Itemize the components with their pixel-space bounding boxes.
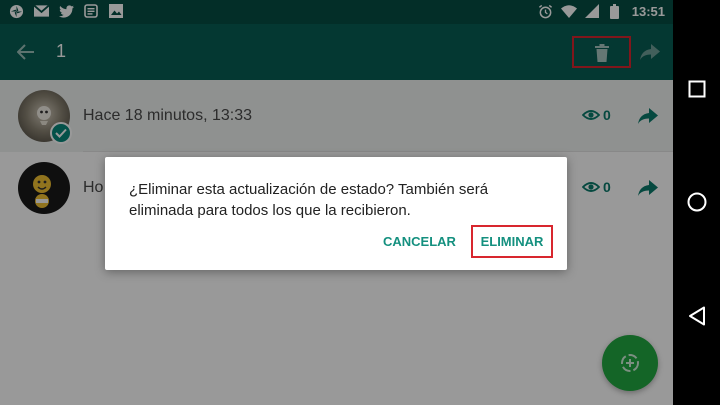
back-nav-button[interactable]: [683, 302, 711, 330]
screen: 13:51 1 Hace 18 minutos, 13:33 0 Ho 0 ¿E…: [0, 0, 673, 405]
back-icon: [689, 306, 705, 326]
navigation-bar: [673, 0, 720, 405]
recents-icon: [688, 80, 706, 98]
confirm-delete-button[interactable]: ELIMINAR: [471, 225, 553, 258]
cancel-button[interactable]: CANCELAR: [383, 234, 456, 249]
dialog-message: ¿Eliminar esta actualización de estado? …: [129, 181, 489, 219]
delete-dialog: ¿Eliminar esta actualización de estado? …: [105, 157, 567, 270]
recents-button[interactable]: [683, 75, 711, 103]
home-button[interactable]: [683, 188, 711, 216]
home-icon: [687, 192, 707, 212]
